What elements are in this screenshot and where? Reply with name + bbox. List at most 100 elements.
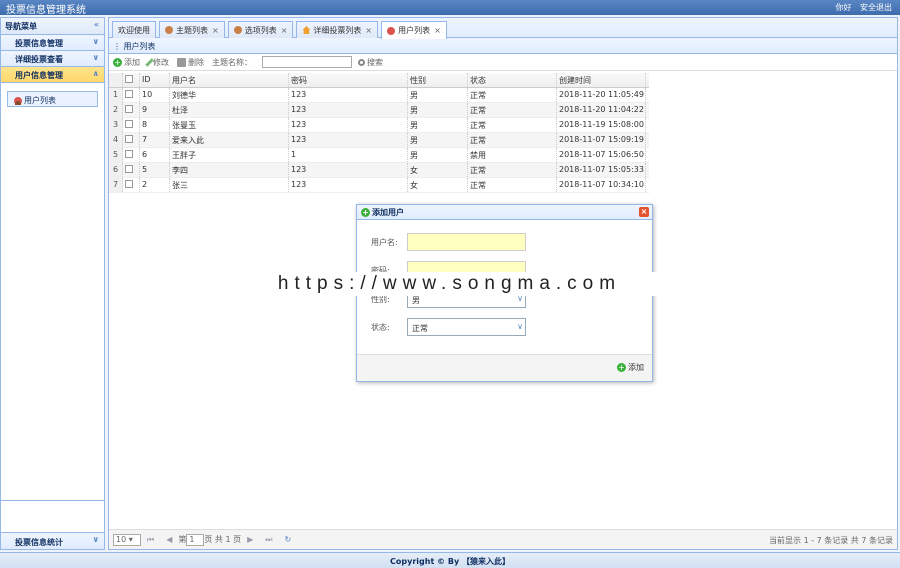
table-row[interactable]: 1 10 刘德华 123 男正常 2018-11-20 11:05:49 bbox=[109, 88, 649, 103]
tab-user-list[interactable]: 用户列表 × bbox=[381, 21, 447, 39]
col-header-username[interactable]: 用户名 bbox=[170, 73, 289, 87]
close-icon[interactable]: × bbox=[365, 26, 372, 35]
cell-password: 123 bbox=[289, 88, 408, 102]
sex-value: 男 bbox=[412, 296, 420, 305]
cell-status: 正常 bbox=[468, 88, 557, 102]
user-table: ID 用户名 密码 性别 状态 创建时间 1 10 刘德华 123 男正常 2018-11… bbox=[109, 73, 649, 193]
user-icon bbox=[14, 96, 22, 105]
cell-username: 王胖子 bbox=[170, 148, 289, 162]
sidebar: 导航菜单 « 投票信息管理 ∨ 详细投票查看 ∨ 用户信息管理 ∧ 用户列表 投… bbox=[0, 17, 105, 550]
close-icon[interactable]: × bbox=[434, 26, 441, 35]
prev-page-icon[interactable]: ◀ bbox=[166, 535, 172, 544]
sidebar-section-vote-manage[interactable]: 投票信息管理 ∨ bbox=[1, 35, 104, 51]
table-row[interactable]: 4 7 爱来入此 123 男正常 2018-11-07 15:09:19 bbox=[109, 133, 649, 148]
tab-topic-list[interactable]: 主题列表 × bbox=[159, 21, 225, 38]
table-row[interactable]: 6 5 李四 123 女正常 2018-11-07 15:05:33 bbox=[109, 163, 649, 178]
cell-username: 张三 bbox=[170, 178, 289, 192]
search-button-label: 搜索 bbox=[367, 57, 383, 67]
panel-title: ⋮ 用户列表 bbox=[109, 38, 897, 54]
col-header-password[interactable]: 密码 bbox=[289, 73, 408, 87]
cell-status: 正常 bbox=[468, 163, 557, 177]
home-icon bbox=[302, 26, 311, 34]
last-page-icon[interactable]: ⏭ bbox=[265, 535, 272, 545]
section-label: 详细投票查看 bbox=[15, 55, 63, 64]
select-all-checkbox[interactable] bbox=[123, 73, 140, 87]
close-icon[interactable]: × bbox=[639, 207, 649, 217]
table-row[interactable]: 3 8 张曼玉 123 男正常 2018-11-19 15:08:00 bbox=[109, 118, 649, 133]
watermark: https://www.songma.com bbox=[218, 272, 681, 296]
user-icon bbox=[387, 26, 396, 35]
close-icon[interactable]: × bbox=[281, 26, 288, 35]
page-info: 当前显示 1 - 7 条记录 共 7 条记录 bbox=[769, 536, 893, 545]
nav-header: 导航菜单 « bbox=[1, 18, 104, 35]
submit-add-button[interactable]: + 添加 bbox=[617, 362, 644, 373]
cell-username: 张曼玉 bbox=[170, 118, 289, 132]
search-button[interactable]: 搜索 bbox=[358, 57, 383, 68]
sidebar-section-vote-detail[interactable]: 详细投票查看 ∨ bbox=[1, 51, 104, 67]
status-row: 状态: 正常 ∨ bbox=[371, 318, 526, 336]
chevron-down-icon: ∨ bbox=[92, 53, 100, 62]
row-checkbox[interactable] bbox=[123, 88, 140, 102]
row-checkbox[interactable] bbox=[123, 178, 140, 192]
cell-sex: 男 bbox=[408, 133, 468, 147]
search-label: 主题名称： bbox=[212, 57, 252, 67]
pagination: 10 ▾ ⏮ ◀ 第 1 页 共 1 页 ▶ ⏭ ↻ 当前显示 1 - 7 条记… bbox=[109, 529, 897, 549]
username-field[interactable] bbox=[407, 233, 526, 251]
cell-username: 李四 bbox=[170, 163, 289, 177]
table-row[interactable]: 2 9 杜泽 123 男正常 2018-11-20 11:04:22 bbox=[109, 103, 649, 118]
search-input[interactable] bbox=[262, 56, 352, 68]
page-size-select[interactable]: 10 ▾ bbox=[113, 533, 141, 546]
cell-id: 6 bbox=[140, 148, 170, 162]
row-checkbox[interactable] bbox=[123, 163, 140, 177]
tab-vote-detail-list[interactable]: 详细投票列表 × bbox=[296, 21, 379, 38]
add-icon: + bbox=[113, 57, 122, 67]
top-bar: 投票信息管理系统 你好 安全退出 bbox=[0, 0, 900, 16]
cell-status: 正常 bbox=[468, 103, 557, 117]
sidebar-section-user-manage[interactable]: 用户信息管理 ∧ bbox=[1, 67, 104, 83]
username-label: 用户名: bbox=[371, 237, 398, 247]
delete-button[interactable]: 删除 bbox=[177, 57, 204, 68]
row-checkbox[interactable] bbox=[123, 118, 140, 132]
cell-id: 5 bbox=[140, 163, 170, 177]
cell-password: 123 bbox=[289, 163, 408, 177]
user-icon bbox=[165, 26, 173, 34]
tab-welcome[interactable]: 欢迎使用 bbox=[112, 21, 156, 38]
add-icon: + bbox=[361, 207, 370, 217]
col-header-sex[interactable]: 性别 bbox=[408, 73, 468, 87]
submit-label: 添加 bbox=[628, 363, 644, 372]
refresh-icon[interactable]: ↻ bbox=[284, 535, 291, 544]
logout-link[interactable]: 安全退出 bbox=[860, 3, 892, 12]
col-header-id[interactable]: ID bbox=[140, 73, 170, 87]
row-checkbox[interactable] bbox=[123, 148, 140, 162]
add-label: 添加 bbox=[124, 57, 140, 67]
table-row[interactable]: 5 6 王胖子 1 男禁用 2018-11-07 15:06:50 bbox=[109, 148, 649, 163]
col-header-created[interactable]: 创建时间 bbox=[557, 73, 646, 87]
close-icon[interactable]: × bbox=[212, 26, 219, 35]
first-page-icon[interactable]: ⏮ bbox=[147, 535, 154, 545]
cell-password: 123 bbox=[289, 178, 408, 192]
collapse-icon[interactable]: « bbox=[94, 20, 99, 29]
row-checkbox[interactable] bbox=[123, 103, 140, 117]
cell-id: 8 bbox=[140, 118, 170, 132]
edit-button[interactable]: 修改 bbox=[145, 57, 169, 68]
add-button[interactable]: + 添加 bbox=[113, 57, 140, 68]
row-checkbox[interactable] bbox=[123, 133, 140, 147]
cell-created: 2018-11-19 15:08:00 bbox=[557, 118, 646, 132]
table-row[interactable]: 7 2 张三 123 女正常 2018-11-07 10:34:10 bbox=[109, 178, 649, 193]
sidebar-section-vote-stats[interactable]: 投票信息统计 ∨ bbox=[1, 532, 104, 549]
page-number-input[interactable]: 1 bbox=[186, 533, 205, 546]
cell-id: 10 bbox=[140, 88, 170, 102]
next-page-icon[interactable]: ▶ bbox=[247, 535, 253, 544]
page-prefix: 第 bbox=[178, 535, 187, 544]
status-select[interactable]: 正常 ∨ bbox=[407, 318, 526, 336]
top-right: 你好 安全退出 bbox=[829, 2, 892, 13]
cell-status: 正常 bbox=[468, 118, 557, 132]
app-title: 投票信息管理系统 bbox=[6, 5, 86, 16]
tab-option-list[interactable]: 选项列表 × bbox=[227, 21, 294, 38]
delete-label: 删除 bbox=[188, 57, 204, 67]
sidebar-item-user-list[interactable]: 用户列表 bbox=[7, 91, 98, 107]
cell-password: 123 bbox=[289, 103, 408, 117]
col-header-status[interactable]: 状态 bbox=[468, 73, 557, 87]
table-header: ID 用户名 密码 性别 状态 创建时间 bbox=[109, 73, 649, 88]
row-number: 7 bbox=[109, 178, 123, 192]
